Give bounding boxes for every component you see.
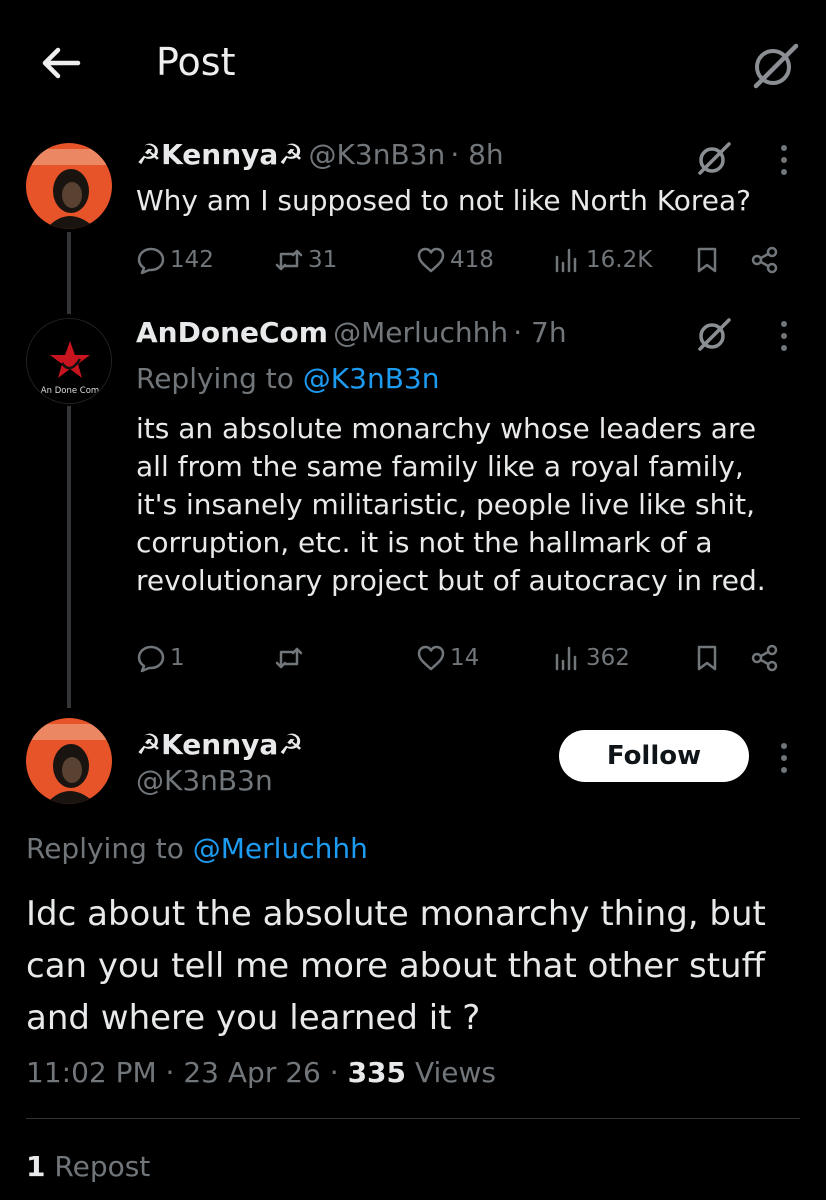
reply-count: 1: [170, 645, 185, 671]
more-options-icon[interactable]: [778, 740, 790, 776]
like-button[interactable]: 14: [416, 638, 479, 678]
share-icon[interactable]: [750, 643, 780, 673]
views-icon: [555, 248, 577, 273]
tweet-metadata: 11:02 PM · 23 Apr 26 · 335 Views: [26, 1056, 496, 1089]
back-arrow-icon[interactable]: [38, 40, 84, 86]
text-line: and where you learned it ?: [26, 998, 481, 1038]
divider: [26, 1118, 800, 1119]
views-count: 16.2K: [586, 247, 653, 273]
replying-to: Replying to @K3nB3n: [136, 362, 440, 395]
reply-count: 142: [170, 247, 214, 273]
mention-link[interactable]: @Merluchhh: [193, 832, 368, 865]
tweet-text: Why am I supposed to not like North Kore…: [136, 184, 752, 217]
views-count: 335: [347, 1056, 407, 1089]
text-line: all from the same family like a royal fa…: [136, 450, 744, 483]
display-name[interactable]: AnDoneCom: [136, 316, 328, 349]
like-count: 418: [450, 247, 494, 273]
repost-count: 1: [26, 1150, 46, 1183]
share-icon[interactable]: [750, 245, 780, 275]
mention-link[interactable]: @K3nB3n: [303, 362, 440, 395]
timestamp[interactable]: · 7h: [513, 316, 566, 349]
username[interactable]: @Merluchhh: [333, 316, 508, 349]
text-line: can you tell me more about that other st…: [26, 946, 766, 986]
repost-icon: [275, 647, 303, 669]
page-title: Post: [156, 40, 236, 84]
tweet-header: AnDoneCom @Merluchhh · 7h: [136, 316, 567, 349]
reply-icon: [137, 645, 165, 673]
post-time[interactable]: 11:02 PM: [26, 1056, 157, 1089]
replying-to: Replying to @Merluchhh: [26, 832, 368, 865]
repost-stats[interactable]: 1 Repost: [26, 1150, 150, 1183]
repost-button[interactable]: [274, 638, 308, 678]
tweet-header: ☭Kennya☭ @K3nB3n · 8h: [136, 138, 504, 171]
grok-icon[interactable]: [748, 38, 802, 92]
text-line: it's insanely militaristic, people live …: [136, 488, 755, 521]
like-button[interactable]: 418: [416, 240, 494, 280]
repost-count: 31: [308, 247, 338, 273]
avatar[interactable]: [26, 718, 112, 804]
reply-button[interactable]: 1: [136, 638, 185, 678]
bookmark-icon[interactable]: [692, 643, 722, 673]
timestamp[interactable]: · 8h: [450, 138, 503, 171]
views-button[interactable]: 16.2K: [552, 240, 652, 280]
thread-line: [67, 406, 71, 708]
username[interactable]: @K3nB3n: [309, 138, 446, 171]
repost-label: Repost: [54, 1150, 151, 1183]
tweet-actions: 1 14 362: [136, 638, 796, 678]
repost-button[interactable]: 31: [274, 240, 337, 280]
views-count: 362: [586, 645, 630, 671]
text-line: revolutionary project but of autocracy i…: [136, 564, 766, 597]
more-options-icon[interactable]: [778, 318, 790, 354]
follow-button[interactable]: Follow: [559, 730, 749, 782]
thread-line: [67, 232, 71, 314]
views-button[interactable]: 362: [552, 638, 630, 678]
avatar[interactable]: [26, 143, 112, 229]
text-line: Idc about the absolute monarchy thing, b…: [26, 894, 766, 934]
avatar-caption: An Done Com: [41, 386, 99, 396]
display-name[interactable]: ☭Kennya☭: [136, 728, 303, 761]
grok-icon[interactable]: [694, 138, 734, 178]
top-bar: Post: [0, 0, 826, 122]
reply-button[interactable]: 142: [136, 240, 214, 280]
grok-icon[interactable]: [694, 314, 734, 354]
tweet-actions: 142 31 418 16.2K: [136, 240, 796, 280]
post-date[interactable]: 23 Apr 26: [183, 1056, 321, 1089]
tweet-text: its an absolute monarchy whose leaders a…: [136, 410, 766, 600]
text-line: its an absolute monarchy whose leaders a…: [136, 412, 757, 445]
reply-icon: [137, 247, 165, 275]
avatar[interactable]: An Done Com: [26, 318, 112, 404]
heart-icon: [417, 645, 445, 671]
views-label: Views: [414, 1056, 496, 1089]
views-icon: [555, 646, 577, 671]
like-count: 14: [450, 645, 480, 671]
text-line: corruption, etc. it is not the hallmark …: [136, 526, 713, 559]
repost-icon: [275, 249, 303, 271]
bookmark-icon[interactable]: [692, 245, 722, 275]
tweet-text: Idc about the absolute monarchy thing, b…: [26, 888, 766, 1044]
display-name[interactable]: ☭Kennya☭: [136, 138, 303, 171]
heart-icon: [417, 247, 445, 273]
username[interactable]: @K3nB3n: [136, 764, 273, 797]
more-options-icon[interactable]: [778, 142, 790, 178]
